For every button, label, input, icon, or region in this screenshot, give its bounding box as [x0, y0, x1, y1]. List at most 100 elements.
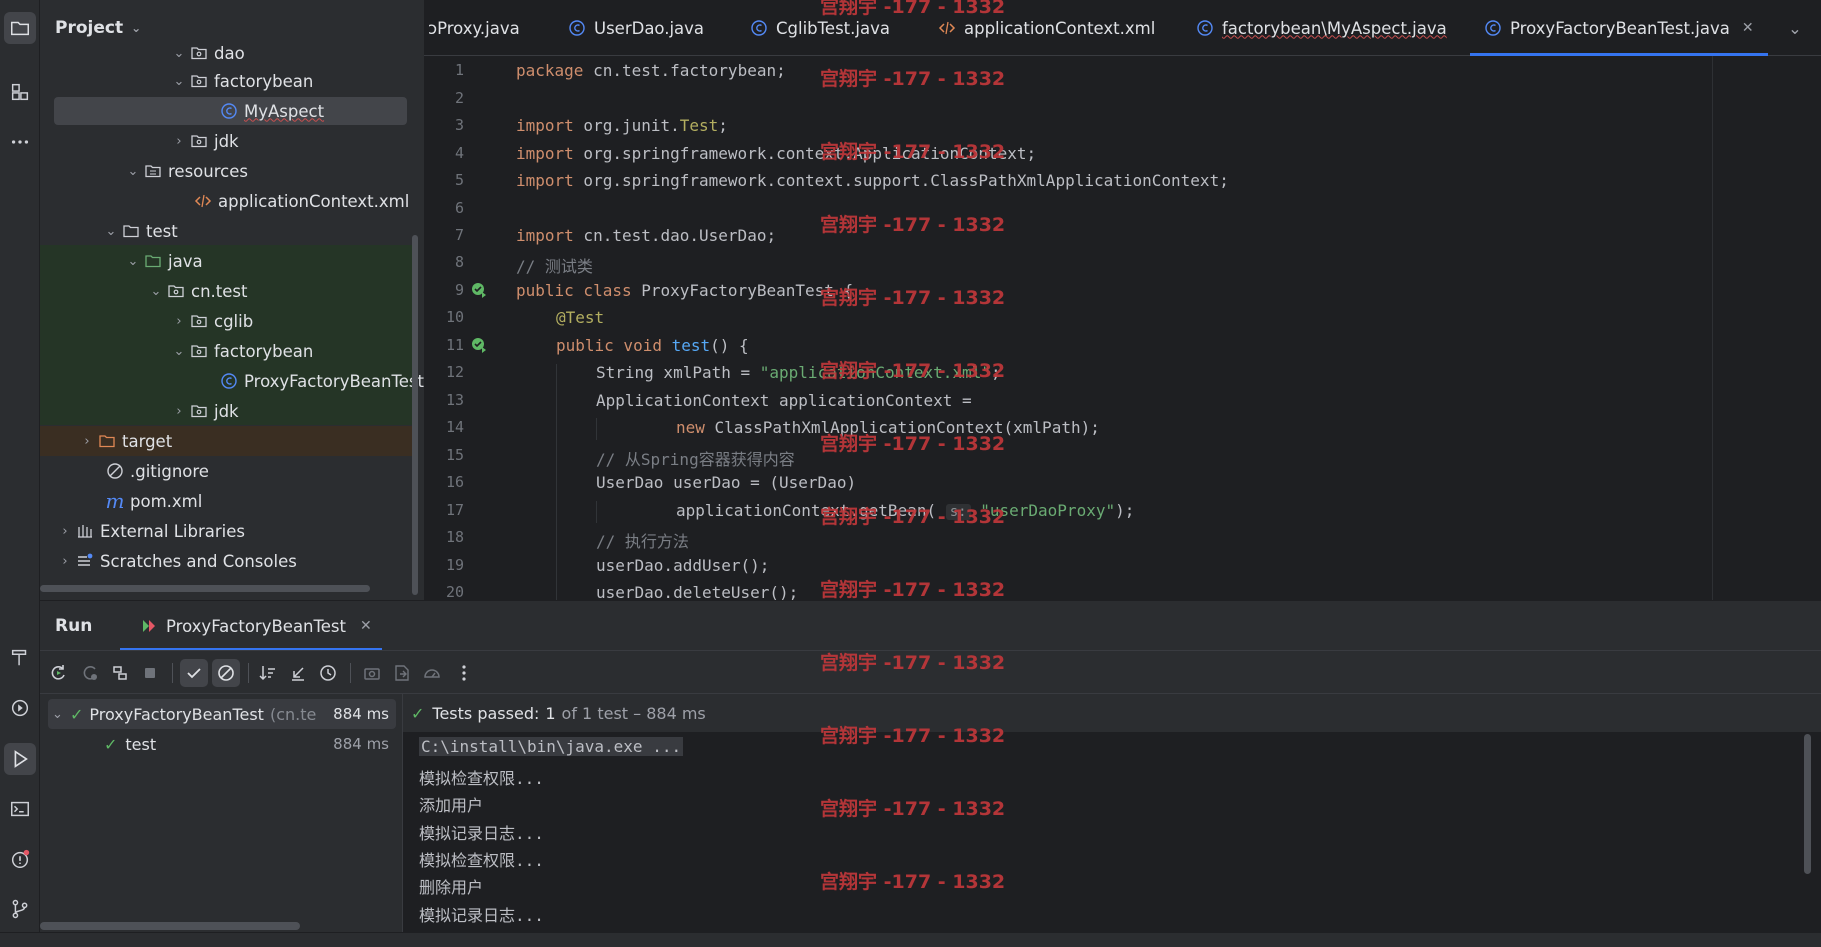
code-line: // 从Spring容器获得内容	[596, 450, 795, 469]
rerun-failed-button[interactable]	[76, 659, 104, 687]
more-options-button[interactable]	[450, 659, 478, 687]
chevron-right-icon[interactable]: ›	[78, 434, 96, 449]
console-vertical-scrollbar[interactable]	[1804, 734, 1811, 874]
tree-item-test[interactable]: ⌄ test	[40, 216, 424, 246]
test-tree-horizontal-scrollbar[interactable]	[40, 922, 300, 930]
run-tab-proxyfactorybeantest[interactable]: ProxyFactoryBeanTest ✕	[120, 601, 382, 651]
run-test-gutter-icon[interactable]	[470, 280, 488, 298]
screenshot-button[interactable]	[358, 659, 386, 687]
show-ignored-button[interactable]	[212, 659, 240, 687]
tree-item-applicationcontext-xml[interactable]: applicationContext.xml	[40, 186, 424, 216]
chevron-right-icon[interactable]: ›	[170, 134, 188, 149]
more-tools-button[interactable]	[4, 126, 36, 158]
chevron-right-icon[interactable]: ›	[56, 554, 74, 569]
toggle-auto-test-button[interactable]	[106, 659, 134, 687]
code-token: package	[516, 61, 584, 80]
code-line: import org.junit.Test;	[516, 116, 728, 135]
test-root-folder-icon	[142, 251, 164, 271]
tree-item-resources[interactable]: ⌄ resources	[40, 156, 424, 186]
tree-item-jdk-test[interactable]: › jdk	[40, 396, 424, 426]
chevron-down-icon[interactable]: ⌄	[147, 284, 165, 299]
tree-item-label: .gitignore	[130, 461, 209, 481]
tree-item-pom-xml[interactable]: m pom.xml	[40, 486, 424, 516]
project-vertical-scrollbar[interactable]	[412, 235, 418, 595]
test-results-tree: ⌄ ✓ ProxyFactoryBeanTest (cn.te 884 ms ✓…	[40, 694, 403, 932]
tree-item-factorybean-test[interactable]: ⌄ factorybean	[40, 336, 424, 366]
chevron-right-icon[interactable]: ›	[56, 524, 74, 539]
chevron-down-icon[interactable]: ⌄	[124, 254, 142, 269]
chevron-right-icon[interactable]: ›	[170, 404, 188, 419]
line-number: 14	[445, 418, 464, 436]
collapse-all-button[interactable]	[284, 659, 312, 687]
tree-item-scratches[interactable]: › Scratches and Consoles	[40, 546, 424, 576]
code-token: public class	[516, 281, 632, 300]
console-command-line[interactable]: C:\install\bin\java.exe ...	[419, 737, 684, 756]
services-tool-button[interactable]	[4, 692, 36, 724]
code-editor[interactable]: 1 2 3 4 5 6 7 8 9 10 11 12 13 14 15 16 1…	[424, 56, 1821, 600]
tree-item-gitignore[interactable]: .gitignore	[40, 456, 424, 486]
chevron-down-icon[interactable]: ⌄	[102, 224, 120, 239]
tree-item-cn-test[interactable]: ⌄ cn.test	[40, 276, 424, 306]
sort-button[interactable]	[254, 659, 282, 687]
problems-tool-button[interactable]	[4, 843, 36, 875]
tree-item-label: target	[122, 431, 173, 451]
stop-button[interactable]	[136, 659, 164, 687]
chevron-down-icon[interactable]: ⌄	[131, 21, 141, 35]
code-token: import	[516, 171, 574, 190]
folder-icon	[120, 221, 142, 241]
console-output[interactable]: ✓ Tests passed: 1 of 1 test – 884 ms C:\…	[403, 694, 1821, 932]
camera-icon	[364, 668, 380, 680]
history-button[interactable]	[314, 659, 342, 687]
tree-item-jdk[interactable]: › jdk	[40, 126, 424, 156]
line-number: 4	[454, 144, 464, 162]
run-tool-button[interactable]	[4, 743, 36, 775]
toolbar-separator	[248, 663, 249, 683]
show-passed-button[interactable]	[180, 659, 208, 687]
indent-guide	[596, 501, 597, 523]
tree-item-dao[interactable]: ⌄ dao	[40, 38, 424, 68]
tree-item-factorybean[interactable]: ⌄ factorybean	[40, 66, 424, 96]
package-icon	[188, 341, 210, 361]
tab-userdao-java[interactable]: UserDao.java	[568, 0, 704, 56]
tree-item-myaspect[interactable]: MyAspect	[40, 96, 424, 126]
build-tool-button[interactable]	[4, 641, 36, 673]
chevron-down-icon[interactable]: ⌄	[170, 344, 188, 359]
tab-list-dropdown[interactable]: ⌄	[1788, 0, 1802, 56]
close-icon[interactable]: ✕	[1742, 20, 1754, 36]
coverage-button[interactable]	[418, 659, 446, 687]
structure-icon	[11, 83, 29, 101]
tab-myaspect-java[interactable]: factorybean\MyAspect.java	[1196, 0, 1447, 56]
chevron-down-icon[interactable]: ⌄	[124, 164, 142, 179]
tab-proxyfactorybeantest-java[interactable]: ProxyFactoryBeanTest.java ✕	[1470, 0, 1768, 56]
passed-check-icon: ✓	[104, 734, 118, 754]
chevron-down-icon[interactable]: ⌄	[170, 74, 188, 89]
package-icon	[188, 131, 210, 151]
close-icon[interactable]: ✕	[360, 618, 372, 634]
tree-item-label: ProxyFactoryBeanTest	[243, 371, 424, 391]
package-icon	[188, 311, 210, 331]
tree-item-proxyfactorybeantest[interactable]: ProxyFactoryBeanTest	[40, 366, 424, 396]
tree-item-java[interactable]: ⌄ java	[40, 246, 424, 276]
run-test-gutter-icon[interactable]	[470, 335, 488, 353]
rerun-button[interactable]	[44, 659, 72, 687]
project-horizontal-scrollbar[interactable]	[40, 585, 370, 592]
git-tool-button[interactable]	[4, 893, 36, 925]
problems-icon	[11, 849, 30, 868]
chevron-down-icon[interactable]: ⌄	[52, 707, 70, 722]
tree-item-label: MyAspect	[244, 101, 325, 121]
chevron-right-icon[interactable]: ›	[170, 314, 188, 329]
structure-tool-button[interactable]	[4, 76, 36, 108]
chevron-down-icon[interactable]: ⌄	[1788, 19, 1802, 38]
test-method-row[interactable]: ✓ test 884 ms	[40, 729, 403, 759]
tab-proxy-java[interactable]: ɔProxy.java	[428, 0, 520, 56]
watermark: 宫翔宇 -177 - 1332	[820, 287, 1006, 309]
terminal-tool-button[interactable]	[4, 793, 36, 825]
export-button[interactable]	[388, 659, 416, 687]
project-tool-button[interactable]	[4, 12, 36, 44]
tree-item-target[interactable]: › target	[40, 426, 424, 456]
chevron-down-icon[interactable]: ⌄	[170, 46, 188, 61]
test-suite-row[interactable]: ⌄ ✓ ProxyFactoryBeanTest (cn.te 884 ms	[40, 699, 403, 729]
tree-item-external-libraries[interactable]: › External Libraries	[40, 516, 424, 546]
tree-item-cglib[interactable]: › cglib	[40, 306, 424, 336]
class-icon	[1196, 19, 1214, 37]
